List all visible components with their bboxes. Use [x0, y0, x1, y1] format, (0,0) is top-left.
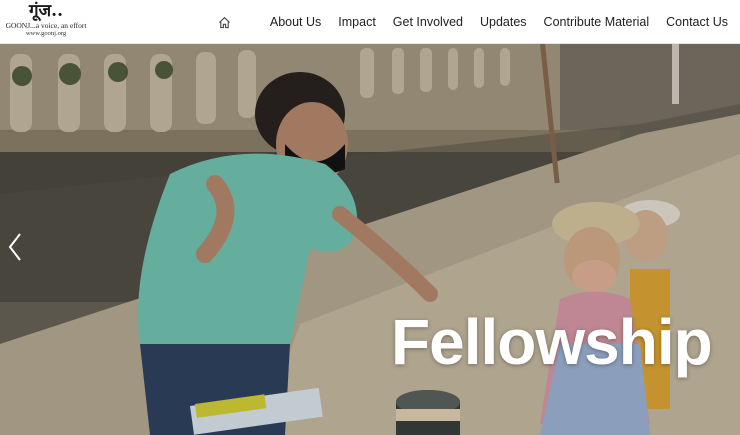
home-icon[interactable]	[217, 14, 233, 30]
chevron-left-icon[interactable]	[6, 230, 24, 264]
nav-item-contribute-material[interactable]: Contribute Material	[544, 15, 650, 29]
nav-item-contact-us[interactable]: Contact Us	[666, 15, 728, 29]
nav-item-updates[interactable]: Updates	[480, 15, 527, 29]
logo-mark: गूंज..	[28, 1, 64, 21]
goonj-logo[interactable]: गूंज.. GOONJ...a voice, an effort www.go…	[5, 1, 87, 42]
nav-item-get-involved[interactable]: Get Involved	[393, 15, 463, 29]
hero-slider: Fellowship	[0, 44, 740, 435]
hero-title: Fellowship	[391, 306, 713, 378]
logo-url: www.goonj.org	[25, 30, 67, 37]
top-navbar: गूंज.. GOONJ...a voice, an effort www.go…	[0, 0, 740, 44]
nav-item-about-us[interactable]: About Us	[270, 15, 321, 29]
logo-tagline: GOONJ...a voice, an effort	[5, 21, 87, 30]
nav-item-impact[interactable]: Impact	[338, 15, 376, 29]
main-nav: About Us Impact Get Involved Updates Con…	[217, 0, 728, 44]
